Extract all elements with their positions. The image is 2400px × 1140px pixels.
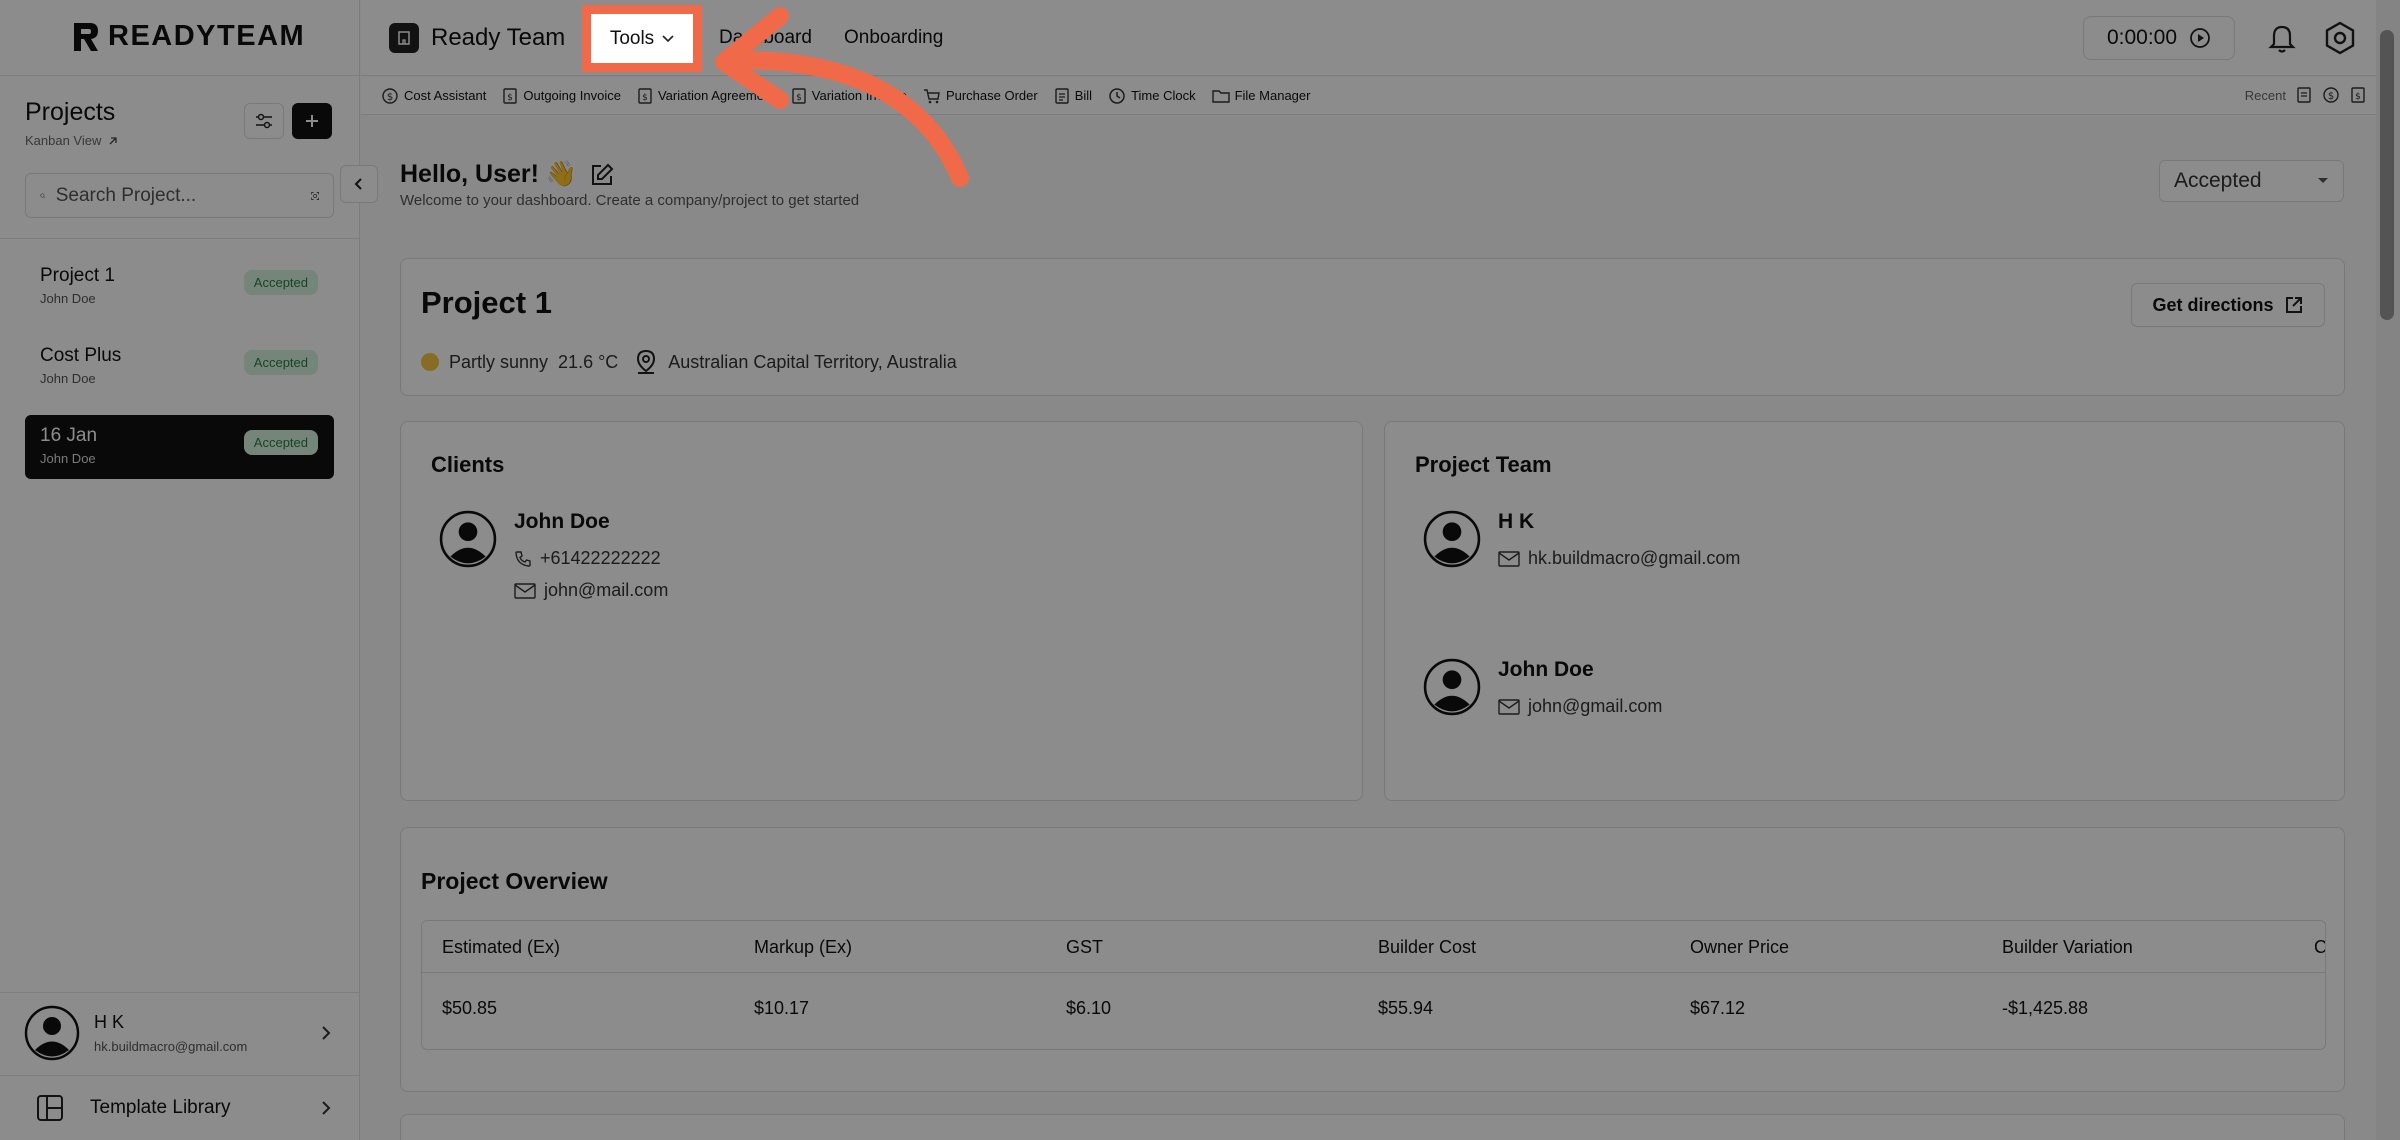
tutorial-dim-overlay [0, 0, 2400, 1140]
nav-tools-label: Tools [609, 27, 655, 49]
tutorial-pointer-arrow-icon [715, 7, 969, 187]
nav-tools-highlighted[interactable]: Tools [582, 5, 702, 72]
chevron-down-icon [662, 34, 674, 42]
